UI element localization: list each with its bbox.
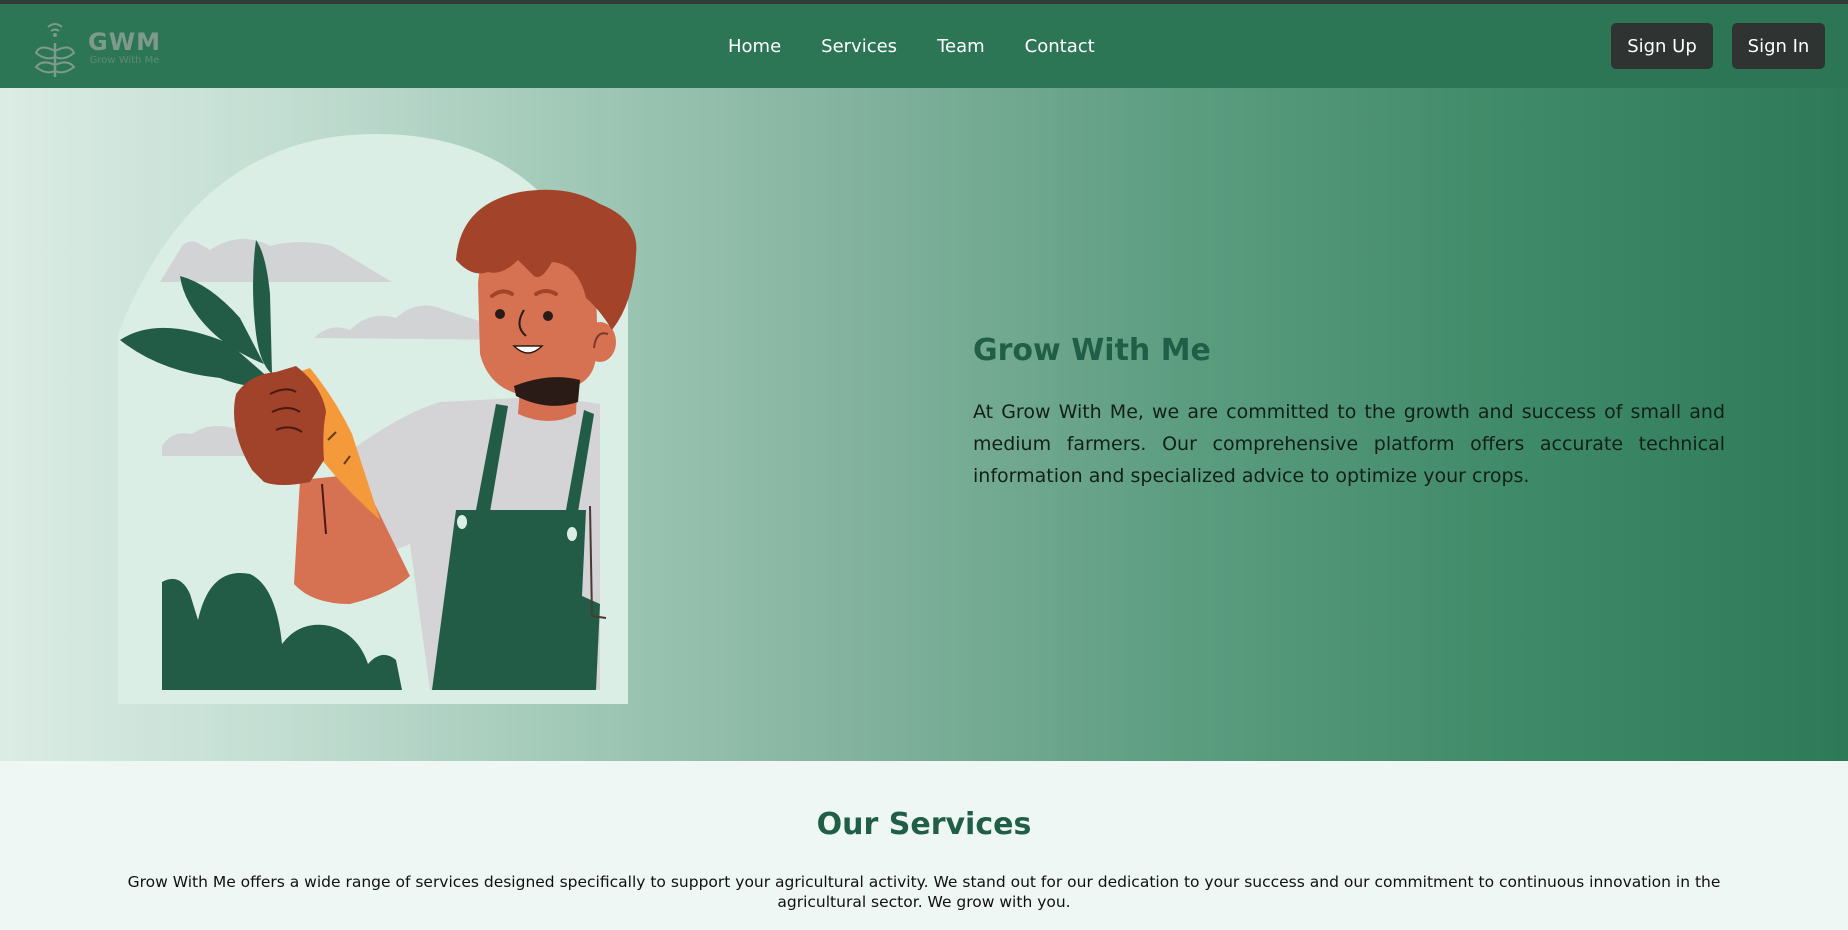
nav-home-link[interactable]: Home [728, 36, 781, 57]
farmer-holding-carrot-illustration [118, 134, 637, 704]
services-title: Our Services [816, 807, 1032, 842]
sign-in-button[interactable]: Sign In [1732, 23, 1825, 69]
sprout-wifi-icon [34, 23, 76, 77]
services-description: Grow With Me offers a wide range of serv… [127, 873, 1721, 911]
logo[interactable]: GWM Grow With Me [30, 16, 200, 80]
hero-title: Grow With Me [973, 333, 1211, 368]
nav-team-link[interactable]: Team [937, 36, 985, 57]
sign-up-button[interactable]: Sign Up [1611, 23, 1713, 69]
nav-contact-link[interactable]: Contact [1025, 36, 1095, 57]
hero-text-block: Grow With Me At Grow With Me, we are com… [973, 333, 1725, 492]
main-nav: Home Services Team Contact [728, 4, 1135, 88]
nav-services-link[interactable]: Services [821, 36, 897, 57]
site-header: GWM Grow With Me Home Services Team Cont… [0, 4, 1848, 88]
logo-title: GWM [88, 28, 162, 56]
hero-description: At Grow With Me, we are committed to the… [973, 401, 1725, 487]
hero-section: Grow With Me At Grow With Me, we are com… [0, 88, 1848, 761]
services-section: Our Services Grow With Me offers a wide … [0, 761, 1848, 930]
logo-subtitle: Grow With Me [89, 55, 160, 66]
